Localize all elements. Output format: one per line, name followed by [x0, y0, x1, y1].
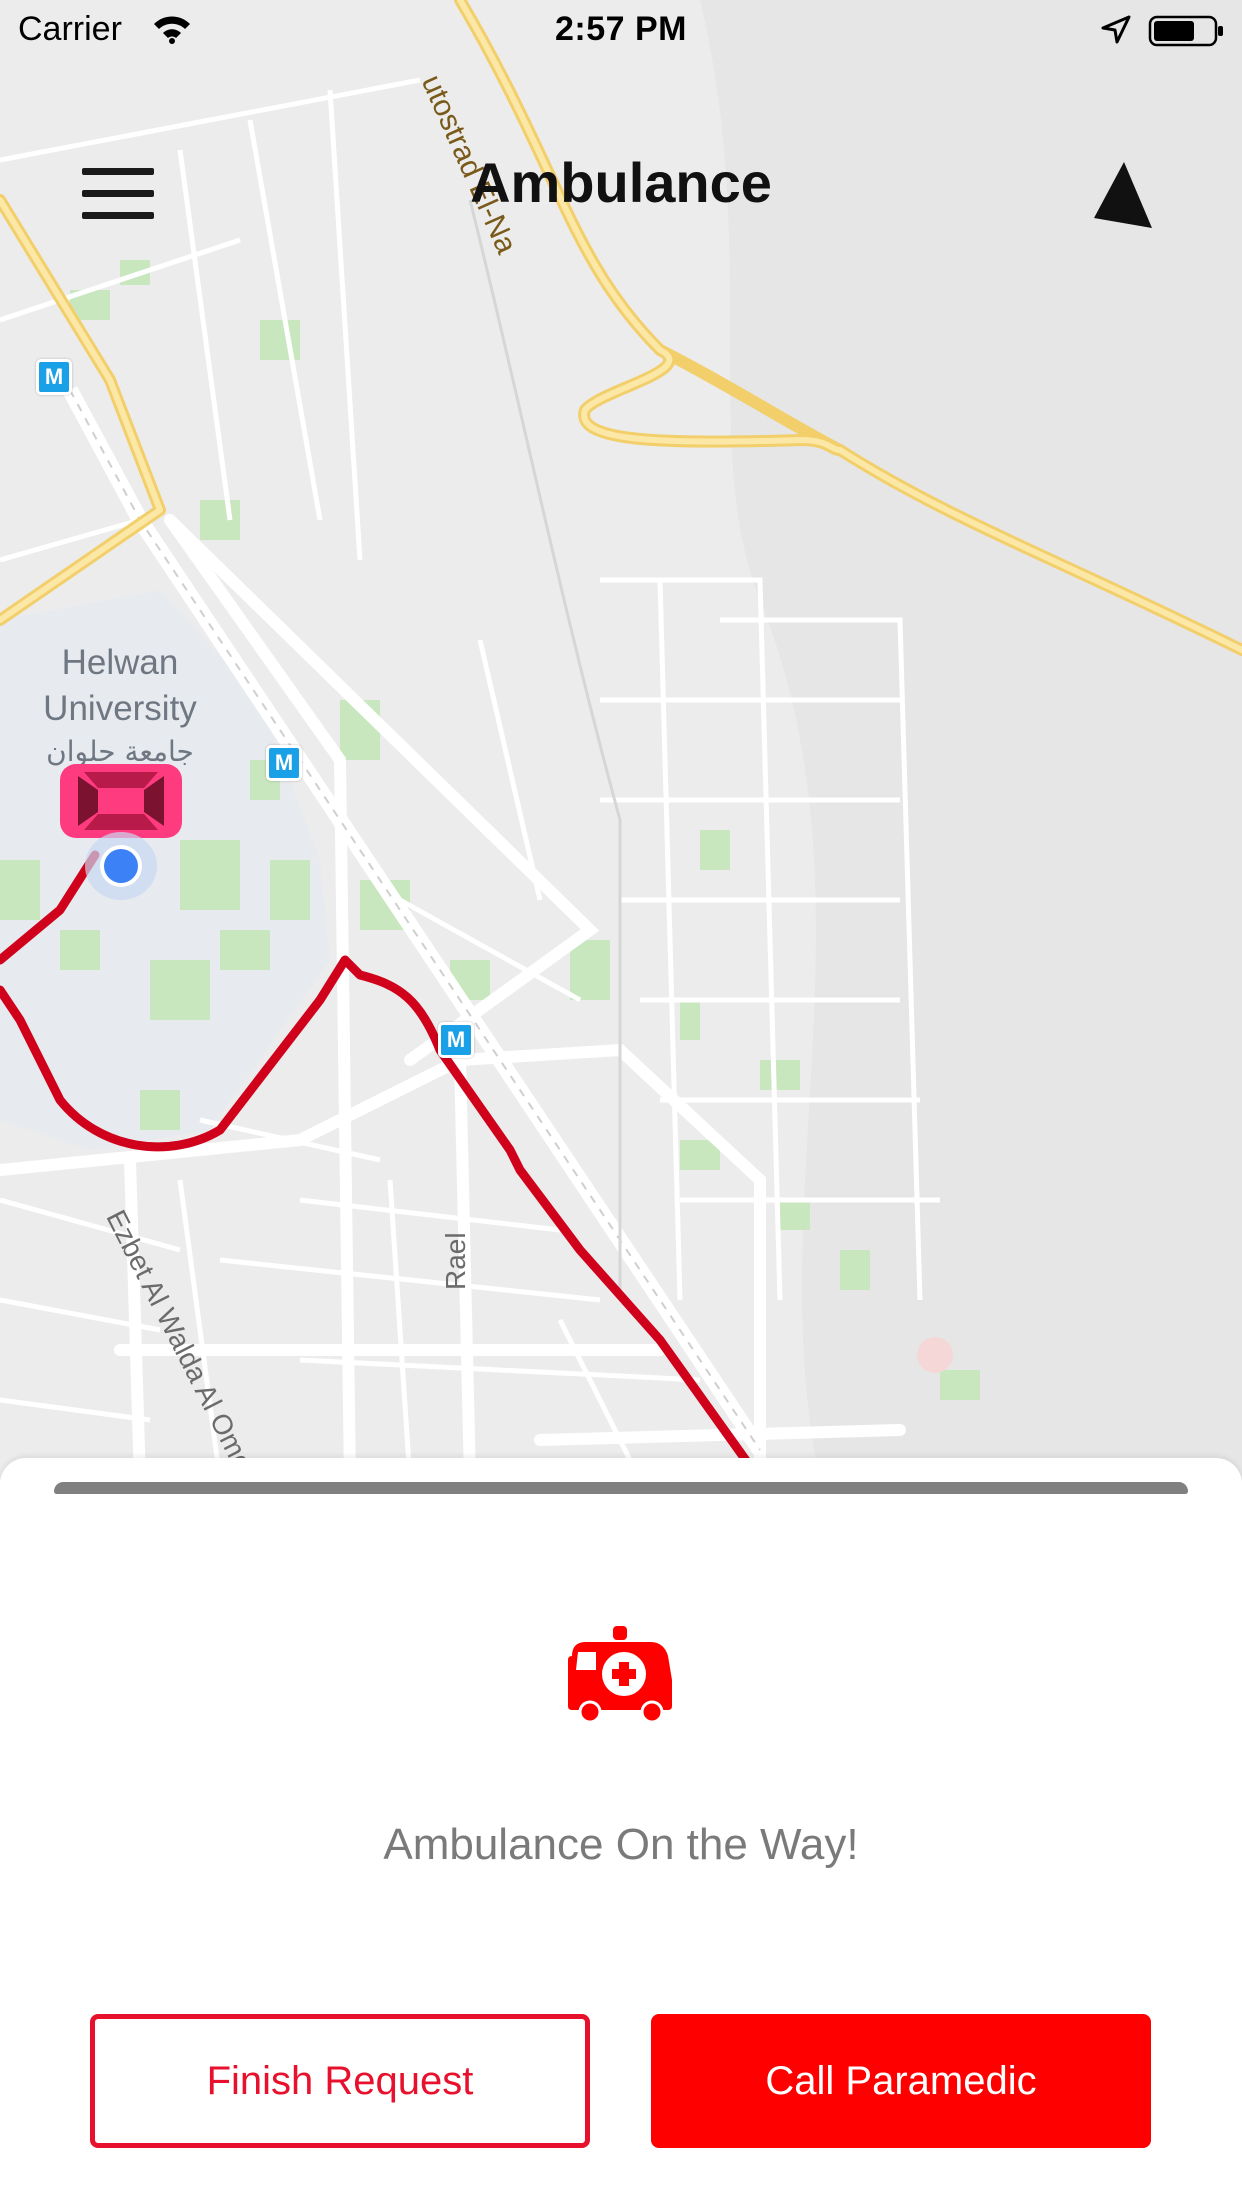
navigation-arrow-icon[interactable] [1088, 158, 1156, 232]
poi-helwan-university[interactable]: Helwan University جامعة حلوان [20, 640, 220, 772]
call-paramedic-button[interactable]: Call Paramedic [651, 2014, 1151, 2148]
sheet-drag-handle[interactable] [54, 1482, 1188, 1494]
map-view[interactable]: M M M Helwan University جامعة حلوان utos… [0, 0, 1242, 1480]
finish-request-button[interactable]: Finish Request [90, 2014, 590, 2148]
page-title: Ambulance [470, 151, 772, 214]
metro-station-icon[interactable]: M [36, 359, 72, 395]
metro-station-icon[interactable]: M [266, 745, 302, 781]
location-arrow-icon [1101, 15, 1131, 44]
poi-name-line1: Helwan [61, 643, 179, 682]
street-label-rael: Rael [440, 1232, 471, 1290]
status-time: 2:57 PM [555, 10, 687, 48]
poi-name-line2: University [43, 689, 197, 728]
status-bar: Carrier 2:57 PM [0, 0, 1242, 60]
request-status-sheet: Ambulance On the Way! Finish Request Cal… [0, 1458, 1242, 2208]
metro-station-icon[interactable]: M [438, 1022, 474, 1058]
battery-icon [1148, 15, 1223, 47]
ambulance-icon [568, 1626, 672, 1722]
status-message: Ambulance On the Way! [383, 1820, 859, 1869]
user-location-icon [85, 832, 157, 900]
